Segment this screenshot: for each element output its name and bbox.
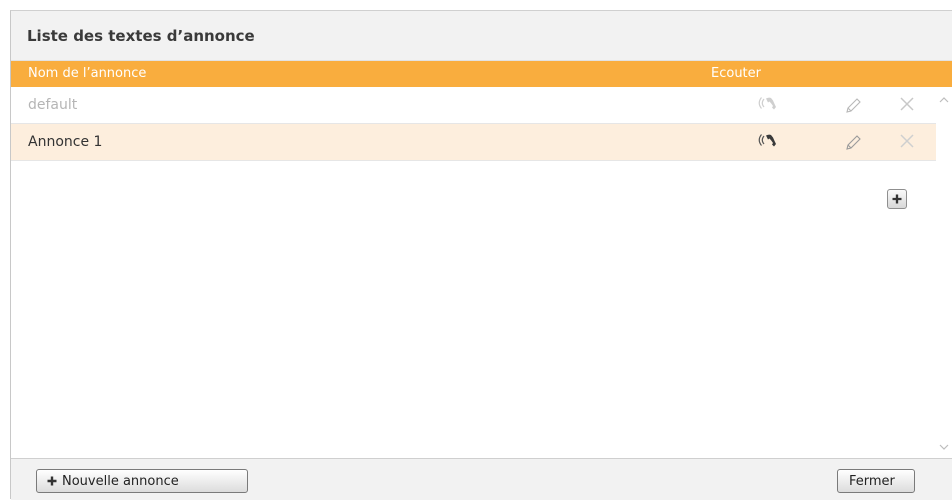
edit-icon[interactable]: [842, 95, 864, 115]
close-button[interactable]: Fermer: [837, 469, 915, 493]
announcement-dialog: Liste des textes d’annonce Nom de l’anno…: [10, 10, 952, 500]
column-header-name: Nom de l’annonce: [28, 66, 147, 81]
add-row-button[interactable]: [887, 189, 907, 209]
plus-icon: [892, 194, 902, 204]
close-label: Fermer: [849, 474, 895, 489]
dialog-title: Liste des textes d’annonce: [27, 27, 255, 45]
dialog-title-bar: Liste des textes d’annonce: [11, 11, 952, 61]
listen-icon[interactable]: [757, 132, 779, 152]
announcement-name: Annonce 1: [28, 134, 103, 150]
new-announcement-button[interactable]: Nouvelle annonce: [36, 469, 248, 493]
list-scrollbar[interactable]: [936, 87, 952, 458]
announcement-name: default: [28, 97, 78, 113]
table-header: Nom de l’annonce Ecouter: [11, 61, 952, 87]
scroll-up-arrow-icon[interactable]: [938, 94, 950, 106]
new-announcement-label: Nouvelle annonce: [62, 474, 179, 489]
scroll-down-arrow-icon[interactable]: [938, 441, 950, 453]
delete-icon[interactable]: [896, 95, 918, 115]
list-item[interactable]: Annonce 1: [11, 124, 936, 161]
plus-icon: [47, 476, 57, 486]
list-item[interactable]: default: [11, 87, 936, 124]
announcement-list: default Annonce 1: [11, 87, 952, 458]
edit-icon[interactable]: [842, 132, 864, 152]
dialog-footer: Nouvelle annonce Fermer: [11, 458, 952, 500]
listen-icon[interactable]: [757, 95, 779, 115]
delete-icon[interactable]: [896, 132, 918, 152]
column-header-listen: Ecouter: [711, 66, 761, 81]
